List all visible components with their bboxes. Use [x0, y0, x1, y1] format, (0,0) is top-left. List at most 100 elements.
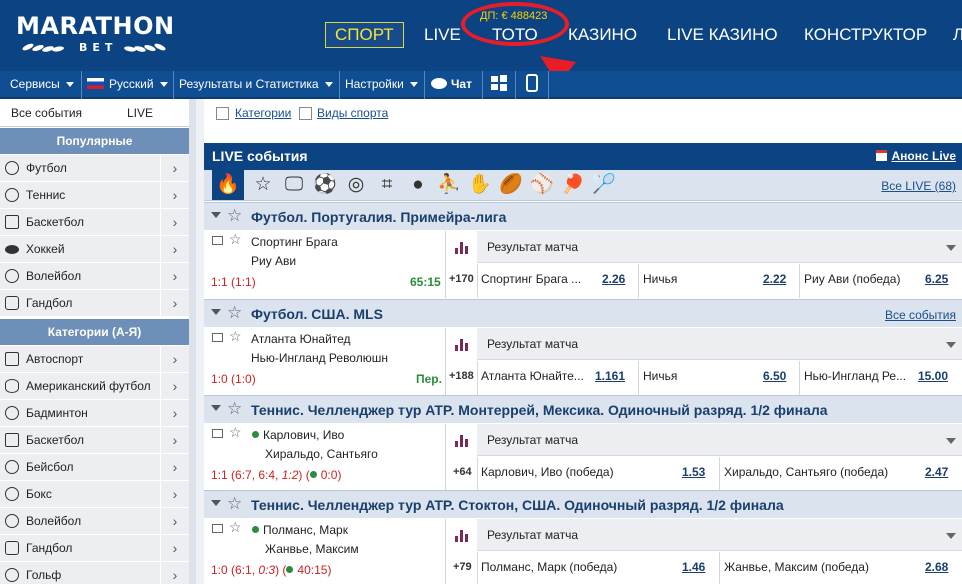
odds-button[interactable]: 2.22 [763, 272, 786, 286]
all-events-link[interactable]: Все события [885, 308, 956, 322]
more-markets[interactable]: +188 [449, 370, 474, 382]
team-home[interactable]: Спортинг Брага [251, 235, 338, 249]
nav-live[interactable]: LIVE [424, 25, 461, 45]
nav-sport[interactable]: СПОРТ [325, 22, 404, 48]
monitor-icon[interactable]: 🖵 [281, 172, 307, 198]
sidebar-scrollbar[interactable] [189, 99, 196, 584]
sidebar-item-tennis[interactable]: Теннис › [0, 182, 189, 209]
market-selector[interactable]: Результат матча [477, 328, 962, 360]
sidebar-item-handball-cat[interactable]: Гандбол › [0, 535, 189, 562]
collapse-chevron-icon[interactable] [211, 309, 221, 315]
odds-button[interactable]: 1.161 [595, 369, 625, 383]
collapse-chevron-icon[interactable] [211, 405, 221, 411]
nav-casino[interactable]: КАЗИНО [568, 25, 637, 45]
windows-view-button[interactable] [483, 71, 516, 99]
sidebar-item-volleyball-cat[interactable]: Волейбол › [0, 508, 189, 535]
team-away[interactable]: Нью-Ингланд Революшн [251, 351, 388, 365]
odds-button[interactable]: 1.46 [682, 560, 705, 574]
market-selector[interactable]: Результат матча [477, 231, 962, 263]
monitor-icon[interactable] [212, 524, 223, 533]
odds-button[interactable]: 15.00 [918, 369, 948, 383]
sidebar-item-basketball[interactable]: Баскетбол › [0, 209, 189, 236]
more-markets[interactable]: +64 [453, 466, 472, 478]
volleyball-player-icon[interactable]: ⛹ [436, 172, 462, 198]
hockey-puck-icon[interactable]: ● [405, 172, 431, 198]
statistics-icon[interactable] [455, 530, 469, 542]
statistics-icon[interactable] [455, 435, 469, 447]
sidebar-item-motorsport[interactable]: Автоспорт › [0, 346, 189, 373]
favorite-star-icon[interactable]: ☆ [227, 494, 242, 514]
monitor-icon[interactable] [212, 236, 223, 245]
statistics-icon[interactable] [455, 242, 469, 254]
team-home[interactable]: Карлович, Иво [252, 428, 344, 442]
services-menu[interactable]: Сервисы [0, 71, 82, 99]
sidebar-item-baseball[interactable]: Бейсбол › [0, 454, 189, 481]
sidebar-item-basketball-cat[interactable]: Баскетбол › [0, 427, 189, 454]
favorite-star-icon[interactable]: ☆ [229, 328, 242, 345]
star-icon[interactable]: ☆ [250, 172, 276, 198]
favorite-star-icon[interactable]: ☆ [229, 231, 242, 248]
live-announce-link[interactable]: Анонс Live [876, 149, 956, 163]
favorite-star-icon[interactable]: ☆ [227, 399, 242, 419]
tennis-racket-icon[interactable]: ◎ [343, 172, 369, 198]
collapse-chevron-icon[interactable] [211, 500, 221, 506]
sidebar-item-football[interactable]: Футбол › [0, 155, 189, 182]
nav-more[interactable]: Л [953, 25, 962, 45]
favorite-star-icon[interactable]: ☆ [229, 519, 242, 536]
sidebar-item-handball[interactable]: Гандбол › [0, 290, 189, 317]
odds-button[interactable]: 6.50 [763, 369, 786, 383]
favorite-star-icon[interactable]: ☆ [227, 206, 242, 226]
odds-button[interactable]: 2.47 [925, 465, 948, 479]
sidebar-item-boxing[interactable]: Бокс › [0, 481, 189, 508]
tab-all-events[interactable]: Все события [11, 106, 82, 120]
sidebar-item-american-football[interactable]: Американский футбол › [0, 373, 189, 400]
sidebar-item-volleyball[interactable]: Волейбол › [0, 263, 189, 290]
tab-live[interactable]: LIVE [127, 106, 153, 120]
baseball-player-icon[interactable]: ⚾ [529, 172, 555, 198]
all-live-link[interactable]: Все LIVE (68) [881, 179, 956, 193]
categories-filter-link[interactable]: Категории [235, 106, 291, 120]
odds-button[interactable]: 2.68 [925, 560, 948, 574]
sidebar-item-badminton[interactable]: Бадминтон › [0, 400, 189, 427]
handball-glove-icon[interactable]: ✋ [467, 172, 493, 198]
monitor-icon[interactable] [212, 333, 223, 342]
team-away[interactable]: Жанвье, Максим [265, 542, 359, 556]
nav-live-casino[interactable]: LIVE КАЗИНО [667, 25, 778, 45]
sports-filter-link[interactable]: Виды спорта [317, 106, 388, 120]
monitor-icon[interactable] [212, 429, 223, 438]
collapse-chevron-icon[interactable] [211, 212, 221, 218]
sidebar-item-golf[interactable]: Гольф › [0, 562, 189, 584]
fire-icon[interactable]: 🔥 [212, 170, 244, 200]
results-menu[interactable]: Результаты и Статистика [174, 71, 340, 99]
chat-button[interactable]: Чат [425, 71, 483, 99]
categories-checkbox[interactable] [216, 107, 229, 120]
favorite-star-icon[interactable]: ☆ [229, 424, 242, 441]
sidebar-item-hockey[interactable]: Хоккей › [0, 236, 189, 263]
marathon-logo[interactable]: MARATHON BET [16, 12, 176, 62]
nav-constructor[interactable]: КОНСТРУКТОР [804, 25, 927, 45]
american-football-icon[interactable]: 🏉 [498, 172, 524, 198]
league-header[interactable]: ☆ Теннис. Челленджер тур ATP. Монтеррей,… [204, 395, 962, 423]
more-markets[interactable]: +170 [449, 273, 474, 285]
more-markets[interactable]: +79 [453, 561, 472, 573]
language-menu[interactable]: Русский [82, 71, 174, 99]
odds-button[interactable]: 6.25 [925, 272, 948, 286]
badminton-icon[interactable]: 🏸 [591, 172, 617, 198]
team-away[interactable]: Хиральдо, Сантьяго [265, 447, 378, 461]
league-header[interactable]: ☆ Теннис. Челленджер тур ATP. Стоктон, С… [204, 490, 962, 518]
market-selector[interactable]: Результат матча [477, 424, 962, 456]
statistics-icon[interactable] [455, 339, 469, 351]
odds-button[interactable]: 2.26 [602, 272, 625, 286]
market-selector[interactable]: Результат матча [477, 519, 962, 551]
mobile-view-button[interactable] [516, 71, 549, 99]
sports-checkbox[interactable] [299, 107, 312, 120]
team-home[interactable]: Полманс, Марк [252, 523, 348, 537]
basketball-hoop-icon[interactable]: ⌗ [374, 172, 400, 198]
football-icon[interactable]: ⚽ [312, 172, 338, 198]
team-home[interactable]: Атланта Юнайтед [251, 332, 351, 346]
league-header[interactable]: ☆ Футбол. США. MLS Все события [204, 299, 962, 327]
table-tennis-icon[interactable]: 🏓 [560, 172, 586, 198]
favorite-star-icon[interactable]: ☆ [227, 303, 242, 323]
settings-menu[interactable]: Настройки [340, 71, 425, 99]
team-away[interactable]: Риу Ави [251, 254, 296, 268]
